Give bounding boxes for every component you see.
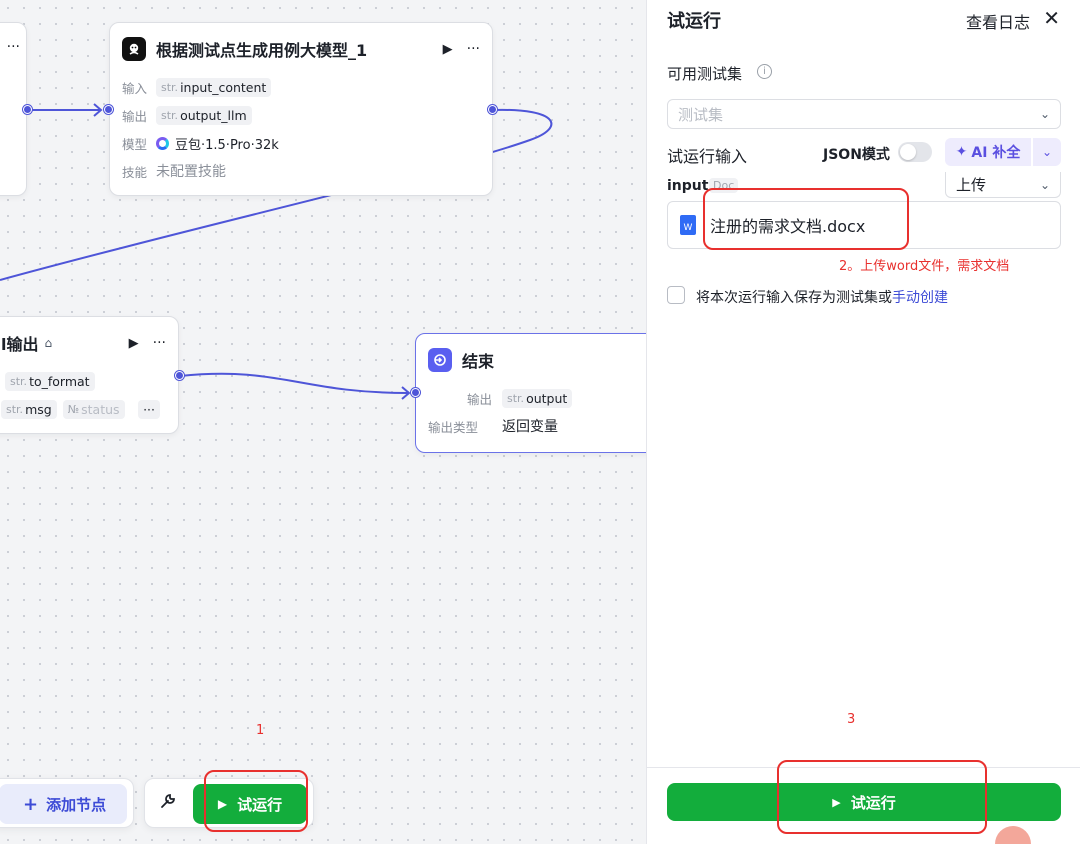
node-more-icon[interactable]: ···: [467, 41, 480, 57]
add-node-button[interactable]: + 添加节点: [0, 784, 127, 824]
end-output-key: 输出: [466, 391, 492, 407]
json-mode-label: JSON模式: [823, 147, 890, 163]
view-log-link[interactable]: 查看日志: [966, 9, 1030, 33]
node-run-icon[interactable]: ▶: [443, 42, 453, 57]
chevron-down-icon: ⌄: [1041, 145, 1053, 159]
upload-mode-value: 上传: [956, 176, 987, 194]
node-output[interactable]: l输出 ⌂ ▶ ··· str. to_format str. msg № statu…: [0, 316, 179, 434]
end-output-kind-value: 返回变量: [502, 419, 558, 435]
annotation-box-run: [204, 770, 308, 832]
chevron-down-icon: ⌄: [1039, 177, 1050, 192]
workflow-canvas[interactable]: ··· 根据测试点生成用例大模型_1 ▶ ··· 输入 str. input_co…: [0, 0, 646, 844]
node-more-icon[interactable]: ···: [153, 335, 166, 351]
store-icon: ⌂: [44, 336, 53, 350]
test-set-placeholder: 测试集: [678, 105, 724, 124]
annotation-box-panel-run: [777, 760, 987, 834]
row-key: 模型: [122, 136, 148, 152]
plus-icon: +: [23, 793, 39, 815]
info-icon[interactable]: i: [757, 64, 772, 79]
port-llm-in[interactable]: [104, 105, 113, 114]
run-input-label: 试运行输入: [667, 147, 748, 166]
word-file-icon: W: [680, 215, 696, 235]
llm-node-icon: [122, 37, 146, 61]
save-as-test-set-checkbox[interactable]: [667, 286, 685, 304]
skill-value: 未配置技能: [156, 164, 226, 180]
end-output-tag: str. output: [502, 388, 573, 408]
add-node-label: 添加节点: [46, 795, 107, 814]
msg-tag: str. msg: [1, 399, 57, 419]
save-text: 将本次运行输入保存为测试集或: [696, 290, 892, 306]
annotation-step-2: 2。上传word文件，需求文档: [839, 259, 1010, 274]
node-llm[interactable]: 根据测试点生成用例大模型_1 ▶ ··· 输入 str. input_conten…: [109, 22, 493, 196]
port-llm-out[interactable]: [488, 105, 497, 114]
input-field-label: input: [667, 178, 709, 194]
to-format-tag: str. to_format: [5, 371, 95, 391]
ai-fill-dropdown[interactable]: ⌄: [1033, 138, 1061, 166]
test-run-panel: 试运行 查看日志 ✕ 可用测试集 i 测试集 ⌄ 试运行输入 JSON模式 ✦ …: [646, 0, 1080, 844]
row-key: 输入: [122, 80, 148, 96]
port-output-out[interactable]: [175, 371, 184, 380]
row-key: 输出: [122, 108, 148, 124]
add-node-bar: + 添加节点: [0, 778, 134, 828]
node-run-icon[interactable]: ▶: [129, 336, 139, 351]
node-llm-title: 根据测试点生成用例大模型_1: [156, 41, 368, 60]
output-tag: str. output_llm: [156, 105, 252, 125]
annotation-step-1: 1: [256, 723, 265, 738]
sparkle-icon: ✦: [955, 144, 968, 160]
manual-create-link[interactable]: 手动创建: [892, 290, 948, 306]
annotation-step-3: 3: [847, 712, 856, 727]
doubao-model-icon: [156, 136, 169, 150]
end-output-kind-key: 输出类型: [428, 419, 479, 435]
node-output-title: l输出: [1, 335, 39, 354]
assistant-avatar[interactable]: [995, 826, 1031, 844]
panel-title: 试运行: [667, 11, 721, 32]
model-name: 豆包·1.5·Pro·32k: [175, 137, 279, 153]
status-tag: № status: [62, 399, 125, 419]
port-left-out[interactable]: [23, 105, 32, 114]
row-key: 技能: [122, 164, 148, 180]
json-mode-toggle[interactable]: [898, 142, 932, 162]
edge-output-to-end: [179, 372, 409, 394]
node-more-icon[interactable]: ···: [7, 39, 20, 55]
node-end[interactable]: 结束 输出 str. output 输出类型 返回变量: [415, 333, 646, 453]
more-tags-button[interactable]: ···: [138, 399, 160, 419]
input-tag: str. input_content: [156, 77, 272, 97]
upload-mode-select[interactable]: 上传 ⌄: [945, 172, 1061, 198]
test-set-label: 可用测试集: [667, 65, 743, 83]
chevron-down-icon: ⌄: [1039, 107, 1050, 121]
ai-fill-label: AI 补全: [971, 145, 1021, 161]
annotation-box-upload: [703, 188, 909, 250]
save-as-test-set-text: 将本次运行输入保存为测试集或手动创建: [696, 287, 948, 307]
wrench-icon[interactable]: [159, 792, 177, 815]
node-end-title: 结束: [462, 352, 495, 371]
end-node-icon: [428, 348, 452, 372]
port-end-in[interactable]: [411, 388, 420, 397]
test-set-select[interactable]: 测试集 ⌄: [667, 99, 1061, 129]
close-icon[interactable]: ✕: [1043, 6, 1060, 30]
ai-fill-button[interactable]: ✦ AI 补全: [945, 138, 1031, 166]
